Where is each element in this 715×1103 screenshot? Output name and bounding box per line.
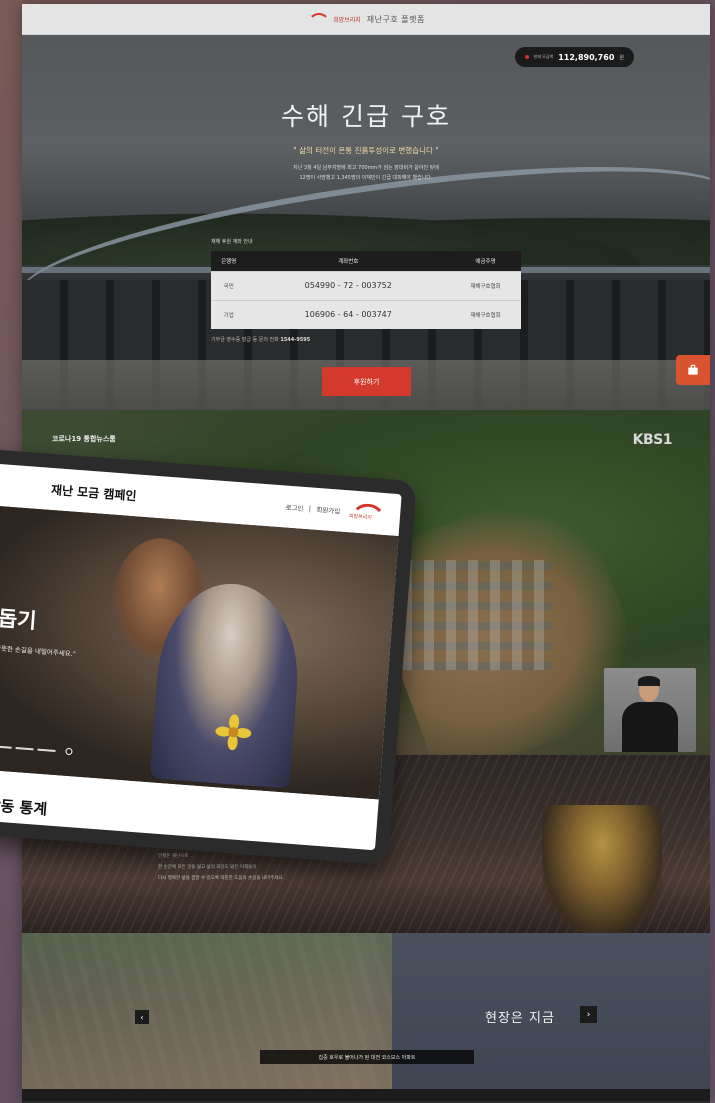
gallery-caption: 집중 호우로 불어나가 된 대전 코스모스 아파트 [260, 1050, 474, 1064]
site-title: 재난구호 플랫폼 [366, 14, 425, 24]
tablet-brand-logo-text: 희망브리지 [348, 513, 373, 522]
page-bottom-strip [22, 1089, 710, 1101]
account-table-header-row: 은행명 계좌번호 예금주명 [211, 251, 521, 271]
table-row: 국민 054990 - 72 - 003752 재해구호협회 [211, 270, 521, 300]
tablet-headline-line: 라 [0, 574, 40, 607]
account-holder: 재해구호협회 [450, 270, 521, 300]
interpreter-hair [638, 676, 660, 686]
amount-value: 112,890,760 [558, 52, 615, 62]
hero-desc-line: 지난 3월 4일 남부지방에 최고 700mm가 넘는 장대비가 쏟아진 탓에 [293, 165, 439, 171]
hero-desc-line: 12명이 사망했고 1,345명의 이재민이 긴급 대피해야 했습니다. [299, 175, 433, 181]
gallery-prev-button[interactable]: ‹ [135, 1010, 149, 1024]
carousel-dash[interactable] [0, 744, 12, 749]
tablet-header-actions: 로그인 회원가입 희망브리지 [285, 498, 387, 524]
story-line: 한 순간에 모든 것을 잃고 삶의 희망도 잃은 이재들이 [158, 865, 257, 870]
story-firefighter-image [542, 805, 662, 933]
carousel-dash[interactable] [37, 748, 56, 752]
account-table: 은행명 계좌번호 예금주명 국민 054990 - 72 - 003752 재해… [211, 251, 521, 329]
account-number[interactable]: 106906 - 64 - 003747 [246, 299, 451, 329]
contact-phone[interactable]: 1544-9595 [280, 337, 310, 343]
account-bank: 기업 [211, 299, 247, 329]
tablet-hero-banner[interactable]: 라 나 돕기 민들에게 따뜻한 손길을 내밀어주세요." [0, 503, 399, 800]
column-header-bank: 은행명 [211, 251, 247, 271]
table-row: 기업 106906 - 64 - 003747 재해구호협회 [211, 299, 521, 329]
account-bank: 국민 [211, 270, 247, 300]
amount-label: 현재 모금액 [533, 54, 554, 59]
carousel-dash[interactable] [15, 746, 34, 750]
signup-link[interactable]: 회원가입 [316, 504, 341, 516]
tablet-hero-headline: 라 나 돕기 [0, 574, 40, 635]
tablet-headline-line: 나 돕기 [0, 604, 38, 634]
field-gallery-section: ‹ 현장은 지금 › 집중 호우로 불어나가 된 대전 코스모스 아파트 [22, 933, 710, 1101]
account-holder: 재해구호협회 [450, 299, 521, 329]
brand-logo-text[interactable]: 희망브리지 [333, 15, 361, 24]
chevron-left-icon: ‹ [140, 1012, 144, 1022]
gallery-street-image [22, 933, 392, 1101]
top-nav-bar: 희망브리지 재난구호 플랫폼 [22, 4, 710, 35]
hero-section: 현재 모금액 112,890,760 원 수해 긴급 구호 " 삶의 터전이 온… [22, 35, 710, 410]
daffodil-icon [215, 714, 252, 751]
tablet-carousel-indicator[interactable] [0, 741, 73, 756]
aerial-flooded-town [402, 560, 552, 670]
side-floating-button[interactable] [676, 355, 710, 385]
news-caption: 코로나19 통합뉴스룸 [52, 435, 116, 443]
gallery-title: 현장은 지금 [485, 1011, 555, 1026]
donation-amount-badge: 현재 모금액 112,890,760 원 [514, 47, 634, 67]
contact-note: 기부금 영수증 발급 등 문의 전화 1544-9595 [211, 336, 310, 343]
donate-button[interactable]: 후원하기 [322, 367, 411, 396]
tablet-hero-subtext: 민들에게 따뜻한 손길을 내밀어주세요." [0, 642, 77, 659]
tablet-brand-logo-icon[interactable]: 희망브리지 [346, 502, 387, 523]
amount-unit: 원 [619, 54, 624, 61]
interpreter-body [622, 702, 678, 752]
tablet-section-title: 구호활동 통계 [0, 793, 48, 819]
contact-note-text: 기부금 영수증 발급 등 문의 전화 [211, 337, 279, 343]
tablet-screen: 재난 모금 캠페인 로그인 회원가입 희망브리지 돕기 따뜻한 손길을 내밀어주… [0, 462, 402, 851]
hero-title: 수해 긴급 구호 [281, 102, 451, 131]
broadcaster-logo: KBS1 [632, 432, 673, 448]
header-divider [309, 504, 311, 512]
chevron-right-icon: › [586, 1009, 591, 1020]
hero-quote: " 삶의 터전이 온통 진흙투성이로 변했습니다 " [293, 146, 439, 155]
brand-logo-icon[interactable] [307, 12, 331, 26]
bag-icon [688, 364, 698, 375]
sign-language-interpreter-inset [604, 668, 696, 752]
gallery-more-button[interactable]: › [580, 1006, 597, 1023]
login-link[interactable]: 로그인 [285, 502, 304, 513]
column-header-account-number: 계좌번호 [246, 251, 451, 271]
hero-description: 지난 3월 4일 남부지방에 최고 700mm가 넘는 장대비가 쏟아진 탓에 … [22, 163, 710, 183]
story-line: 다시 행복한 삶을 꿈꿀 수 있도록 따뜻한 도움의 손길을 내미주세요 [158, 876, 283, 881]
tablet-mockup: 재난 모금 캠페인 로그인 회원가입 희망브리지 돕기 따뜻한 손길을 내밀어주… [0, 447, 417, 866]
tablet-page-title: 재난 모금 캠페인 [50, 482, 137, 503]
carousel-pause-icon[interactable] [65, 747, 73, 756]
account-caption: 재해 후원 계좌 안내 [211, 239, 253, 245]
account-number[interactable]: 054990 - 72 - 003752 [246, 270, 451, 300]
amount-dot-icon [524, 55, 529, 59]
column-header-holder: 예금주명 [450, 251, 521, 271]
